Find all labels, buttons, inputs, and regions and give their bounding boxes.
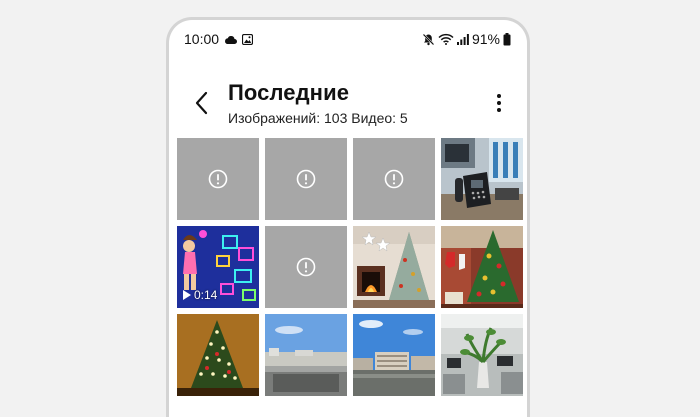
photo-thumbnail-city-buildings[interactable] bbox=[353, 314, 435, 396]
cloud-icon bbox=[224, 35, 238, 44]
office-phone-image bbox=[441, 138, 523, 220]
play-icon bbox=[183, 290, 191, 300]
status-right: 91% bbox=[422, 31, 511, 47]
video-duration: 0:14 bbox=[194, 288, 218, 302]
image-icon bbox=[242, 33, 254, 45]
video-duration-badge: 0:14 bbox=[183, 288, 217, 302]
office-plants-image bbox=[441, 314, 523, 396]
photo-thumbnail-office-plants[interactable] bbox=[441, 314, 523, 396]
mute-icon bbox=[422, 33, 435, 46]
media-tile-unavailable[interactable] bbox=[353, 138, 435, 220]
phone-frame: 10:00 91% Последние Изображений: 103 Вид… bbox=[166, 17, 530, 417]
media-tile-unavailable[interactable] bbox=[265, 226, 347, 308]
status-left: 10:00 bbox=[184, 31, 254, 47]
city-rooftop-image bbox=[265, 314, 347, 396]
media-tile-unavailable[interactable] bbox=[265, 138, 347, 220]
city-buildings-image bbox=[353, 314, 435, 396]
app-header: Последние Изображений: 103 Видео: 5 bbox=[169, 78, 527, 138]
back-button[interactable] bbox=[189, 90, 215, 116]
more-vertical-icon bbox=[497, 94, 501, 112]
signal-icon bbox=[456, 33, 469, 45]
error-icon bbox=[384, 169, 404, 189]
error-icon bbox=[296, 169, 316, 189]
status-bar: 10:00 91% bbox=[169, 20, 527, 58]
error-icon bbox=[296, 257, 316, 277]
wifi-icon bbox=[438, 33, 454, 45]
chevron-left-icon bbox=[195, 91, 208, 115]
photo-thumbnail-office-phone[interactable] bbox=[441, 138, 523, 220]
media-tile-unavailable[interactable] bbox=[177, 138, 259, 220]
christmas-fireplace-image bbox=[353, 226, 435, 308]
battery-icon bbox=[503, 32, 511, 46]
media-count: Изображений: 103 Видео: 5 bbox=[228, 110, 408, 126]
error-icon bbox=[208, 169, 228, 189]
photo-thumbnail-city-rooftop[interactable] bbox=[265, 314, 347, 396]
photo-thumbnail-christmas-tree[interactable] bbox=[441, 226, 523, 308]
status-time: 10:00 bbox=[184, 31, 220, 47]
christmas-lights-image bbox=[177, 314, 259, 396]
more-options-button[interactable] bbox=[489, 90, 509, 116]
media-grid: 0:14 bbox=[177, 138, 523, 396]
battery-level: 91% bbox=[471, 31, 500, 47]
photo-thumbnail-christmas-fireplace[interactable] bbox=[353, 226, 435, 308]
video-thumbnail[interactable]: 0:14 bbox=[177, 226, 259, 308]
photo-thumbnail-christmas-lights[interactable] bbox=[177, 314, 259, 396]
page-title: Последние bbox=[228, 80, 350, 105]
christmas-tree-stockings-image bbox=[441, 226, 523, 308]
